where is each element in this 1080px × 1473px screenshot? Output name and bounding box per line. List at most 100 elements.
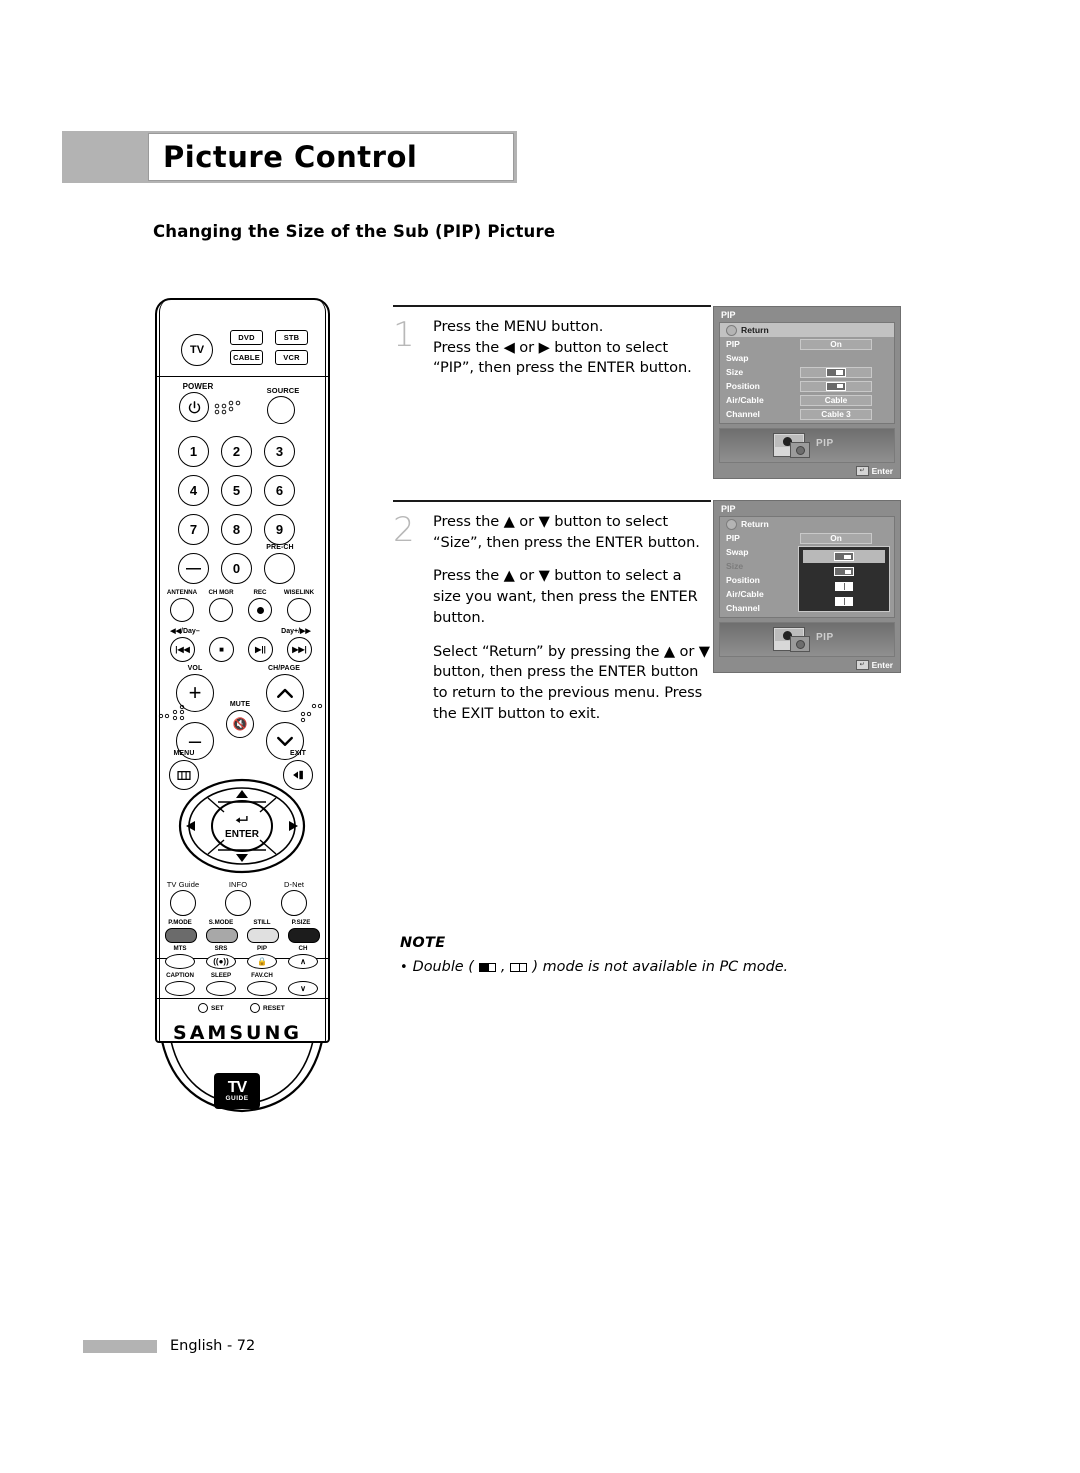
double-wide-left-filled-glyph-icon xyxy=(478,962,496,972)
osd1-value-size[interactable] xyxy=(800,366,872,378)
osd1-row-channel[interactable]: Channel Cable 3 xyxy=(720,407,894,421)
remote-key-6[interactable]: 6 xyxy=(264,475,295,506)
remote-button-still[interactable] xyxy=(247,928,279,943)
step-2-paragraph-2: Press the ▲ or ▼ button to select a size… xyxy=(433,567,698,626)
remote-button-srs[interactable]: ((●)) xyxy=(206,954,236,969)
preview-sub-screen-icon xyxy=(790,636,810,652)
osd1-row-air-cable[interactable]: Air/Cable Cable xyxy=(720,393,894,407)
remote-key-1[interactable]: 1 xyxy=(178,436,209,467)
osd1-value-channel[interactable]: Cable 3 xyxy=(800,408,872,420)
remote-button-ch-down[interactable]: ∨ xyxy=(288,981,318,996)
remote-forward-day-label: Day+/▶▶ xyxy=(281,628,311,635)
set-dot-icon xyxy=(198,1003,208,1013)
osd2-size-option-3[interactable] xyxy=(803,580,885,593)
osd1-value-pip[interactable]: On xyxy=(800,338,872,350)
remote-key-4[interactable]: 4 xyxy=(178,475,209,506)
remote-key-2[interactable]: 2 xyxy=(221,436,252,467)
remote-button-tv[interactable]: TV xyxy=(181,334,213,366)
remote-button-sleep[interactable] xyxy=(206,981,236,996)
remote-enter-label: ENTER xyxy=(225,829,259,840)
remote-button-power[interactable] xyxy=(179,392,209,422)
stop-icon: ■ xyxy=(219,645,224,654)
remote-key-9[interactable]: 9 xyxy=(264,514,295,545)
osd2-row-return[interactable]: Return xyxy=(720,517,894,531)
remote-button-antenna[interactable] xyxy=(170,598,194,622)
osd2-label-air-cable: Air/Cable xyxy=(726,589,764,599)
remote-button-mute[interactable]: 🔇 xyxy=(226,710,254,738)
srs-icon: ((●)) xyxy=(213,957,229,966)
osd2-size-option-2[interactable] xyxy=(803,565,885,578)
osd1-row-size[interactable]: Size xyxy=(720,365,894,379)
remote-button-fast-forward[interactable]: ▶▶| xyxy=(287,637,312,662)
osd1-value-position[interactable] xyxy=(800,380,872,392)
osd2-value-pip[interactable]: On xyxy=(800,532,872,544)
remote-button-dnet[interactable] xyxy=(281,890,307,916)
remote-key-prech[interactable] xyxy=(264,553,295,584)
remote-button-stb[interactable]: STB xyxy=(275,330,308,345)
osd1-label-swap: Swap xyxy=(726,353,749,363)
remote-exit-label: EXIT xyxy=(290,750,306,757)
osd2-label-position: Position xyxy=(726,575,760,585)
remote-button-info[interactable] xyxy=(225,890,251,916)
remote-button-rec[interactable] xyxy=(248,598,272,622)
remote-mts-label: MTS xyxy=(173,945,187,952)
osd1-enter-hint: ↵ Enter xyxy=(714,463,900,478)
remote-button-dvd[interactable]: DVD xyxy=(230,330,263,345)
remote-button-stop[interactable]: ■ xyxy=(209,637,234,662)
remote-button-vcr[interactable]: VCR xyxy=(275,350,308,365)
osd1-label-air-cable: Air/Cable xyxy=(726,395,764,405)
osd1-row-swap[interactable]: Swap xyxy=(720,351,894,365)
remote-key-0[interactable]: 0 xyxy=(221,553,252,584)
osd1-row-position[interactable]: Position xyxy=(720,379,894,393)
osd-menu-pip-2: PIP Return PIP On Swap Size Position Air… xyxy=(713,500,901,673)
ir-dots-left-2 xyxy=(158,704,185,721)
osd1-row-pip[interactable]: PIP On xyxy=(720,337,894,351)
remote-key-dash[interactable]: — xyxy=(178,553,209,584)
remote-button-ch-mgr[interactable] xyxy=(209,598,233,622)
osd2-preview: PIP xyxy=(719,622,895,657)
lock-icon: 🔒 xyxy=(257,957,267,966)
step-2-paragraph-1: Press the ▲ or ▼ button to select “Size”… xyxy=(433,513,700,551)
remote-key-3[interactable]: 3 xyxy=(264,436,295,467)
remote-button-wiselink[interactable] xyxy=(287,598,311,622)
remote-button-reset[interactable]: RESET xyxy=(250,1003,285,1013)
remote-antenna-label: ANTENNA xyxy=(166,589,198,596)
remote-button-mts[interactable] xyxy=(165,954,195,969)
osd2-size-option-1[interactable] xyxy=(803,550,885,563)
osd1-value-air-cable[interactable]: Cable xyxy=(800,394,872,406)
remote-key-8[interactable]: 8 xyxy=(221,514,252,545)
tvguide-badge-line1: TV xyxy=(227,1078,247,1096)
remote-psize-label: P.SIZE xyxy=(291,919,311,926)
remote-button-rewind[interactable]: |◀◀ xyxy=(170,637,195,662)
remote-button-ch-up[interactable]: ∧ xyxy=(288,954,318,969)
remote-enter-block[interactable]: ENTER xyxy=(172,812,312,840)
remote-key-7[interactable]: 7 xyxy=(178,514,209,545)
power-icon xyxy=(188,400,200,413)
remote-button-pmode[interactable] xyxy=(165,928,197,943)
remote-button-source[interactable] xyxy=(267,396,295,424)
remote-button-tvguide[interactable] xyxy=(170,890,196,916)
remote-info-label: INFO xyxy=(228,880,248,889)
double-wide-glyph-icon xyxy=(835,597,853,606)
remote-key-6-label: 6 xyxy=(275,483,284,498)
remote-sleep-label: SLEEP xyxy=(210,972,232,979)
remote-button-cable[interactable]: CABLE xyxy=(230,350,263,365)
osd2-size-dropdown[interactable] xyxy=(798,546,890,612)
osd2-size-option-4[interactable] xyxy=(803,595,885,608)
remote-srs-label: SRS xyxy=(214,945,228,952)
remote-button-favch[interactable] xyxy=(247,981,277,996)
osd2-row-pip[interactable]: PIP On xyxy=(720,531,894,545)
remote-key-5[interactable]: 5 xyxy=(221,475,252,506)
remote-tvguide-badge: TV GUIDE xyxy=(214,1073,260,1109)
remote-button-psize[interactable] xyxy=(288,928,320,943)
remote-button-pip[interactable]: 🔒 xyxy=(247,954,277,969)
remote-button-smode[interactable] xyxy=(206,928,238,943)
remote-button-play-pause[interactable]: ▶|| xyxy=(248,637,273,662)
note-text-after: ) mode is not available in PC mode. xyxy=(532,959,789,975)
osd1-row-return[interactable]: Return xyxy=(720,323,894,337)
remote-button-caption[interactable] xyxy=(165,981,195,996)
page-title-box: Picture Control xyxy=(148,133,514,181)
remote-button-set[interactable]: SET xyxy=(198,1003,224,1013)
remote-dpad[interactable]: ENTER xyxy=(172,776,312,876)
enter-key-icon: ↵ xyxy=(855,659,869,670)
